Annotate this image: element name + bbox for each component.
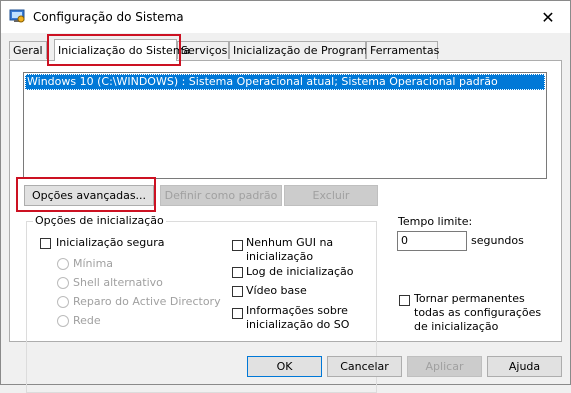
tab-tools[interactable]: Ferramentas [366, 41, 439, 59]
safe-boot-checkbox[interactable] [40, 238, 51, 249]
ad-repair-label: Reparo do Active Directory [73, 295, 221, 308]
boot-options-group: Opções de inicialização Inicialização se… [26, 214, 377, 393]
boot-entry-list[interactable]: Windows 10 (C:\WINDOWS) : Sistema Operac… [23, 72, 547, 179]
os-boot-info-checkbox[interactable] [232, 308, 243, 319]
advanced-options-button[interactable]: Opções avançadas... [24, 185, 154, 206]
ok-button[interactable]: OK [247, 356, 322, 377]
help-button[interactable]: Ajuda [487, 356, 562, 377]
set-default-button[interactable]: Definir como padrão [160, 185, 282, 206]
delete-button[interactable]: Excluir [284, 185, 378, 206]
alternate-shell-radio[interactable] [57, 277, 69, 289]
msconfig-app-icon [9, 8, 25, 24]
timeout-input[interactable]: 0 [397, 231, 467, 251]
tab-boot[interactable]: Inicialização do Sistema [54, 39, 190, 61]
make-permanent-checkbox[interactable] [399, 295, 410, 306]
no-gui-checkbox[interactable] [232, 240, 243, 251]
minimal-label: Mínima [73, 257, 114, 270]
title-bar: Configuração do Sistema ✕ [1, 1, 570, 33]
tab-general[interactable]: Geral [9, 41, 47, 59]
boot-log-label: Log de inicialização [246, 265, 354, 278]
tab-startup[interactable]: Inicialização de Programas [229, 41, 380, 59]
base-video-checkbox[interactable] [232, 286, 243, 297]
no-gui-label: Nenhum GUI na inicialização [246, 236, 334, 263]
window-title: Configuração do Sistema [33, 10, 184, 24]
boot-entry-selected[interactable]: Windows 10 (C:\WINDOWS) : Sistema Operac… [25, 74, 545, 90]
minimal-radio[interactable] [57, 258, 69, 270]
ad-repair-radio[interactable] [57, 296, 69, 308]
make-permanent-label: Tornar permanentes todas as configuraçõe… [414, 292, 542, 333]
boot-options-legend: Opções de inicialização [33, 214, 166, 227]
apply-button[interactable]: Aplicar [407, 356, 482, 377]
boot-log-checkbox[interactable] [232, 267, 243, 278]
safe-boot-label: Inicialização segura [56, 236, 165, 249]
alternate-shell-label: Shell alternativo [73, 276, 163, 289]
network-radio[interactable] [57, 315, 69, 327]
system-configuration-window: Configuração do Sistema ✕ Geral Iniciali… [0, 0, 571, 393]
os-boot-info-label: Informações sobre inicialização do SO [246, 304, 350, 331]
timeout-unit: segundos [471, 234, 524, 247]
timeout-label: Tempo limite: [398, 215, 473, 228]
base-video-label: Vídeo base [246, 284, 307, 297]
network-label: Rede [73, 314, 101, 327]
close-icon[interactable]: ✕ [526, 1, 570, 33]
cancel-button[interactable]: Cancelar [327, 356, 402, 377]
